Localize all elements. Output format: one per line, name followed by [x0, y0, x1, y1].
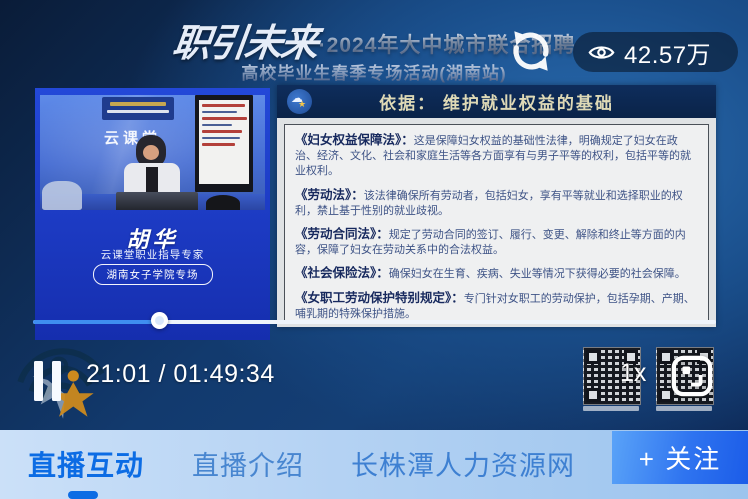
follow-button[interactable]: + 关注: [612, 431, 748, 484]
refresh-icon[interactable]: [506, 26, 556, 76]
time-display: 21:01 / 01:49:34: [86, 360, 275, 389]
tab-czt-hr-site[interactable]: 长株潭人力资源网: [351, 444, 575, 483]
law-item: 《女职工劳动保护特别规定》：专门针对女职工的劳动保护，包括孕期、产期、哺乳期的特…: [295, 290, 698, 321]
slide-header: ☁ ★ 依据： 维护就业权益的基础: [277, 85, 716, 118]
qr-caption-left: [583, 406, 639, 411]
slide-screen: ☁ ★ 依据： 维护就业权益的基础 《妇女权益保障法》：这是保障妇女权益的基础性…: [277, 85, 716, 327]
playback-speed-button[interactable]: 1x: [620, 359, 646, 388]
law-item: 《劳动法》：该法律确保所有劳动者，包括妇女，享有平等就业和选择职业的权利，禁止基…: [295, 187, 698, 219]
presenter-shirt: [146, 167, 158, 195]
presenter-role: 云课堂职业指导专家: [35, 247, 270, 262]
current-time: 21:01: [86, 360, 151, 388]
cloud-star-logo: ☁ ★: [287, 89, 312, 114]
qr-caption-right: [656, 406, 712, 411]
stage-monitor-slide: [199, 100, 249, 184]
eye-icon: [588, 43, 615, 62]
law-item: 《妇女权益保障法》：这是保障妇女权益的基础性法律，明确规定了妇女在政治、经济、文…: [295, 132, 698, 180]
stage-banner: [102, 97, 174, 120]
bottom-tab-bar: 直播互动 直播介绍 长株潭人力资源网 + 关注: [0, 430, 748, 499]
presenter-video-panel[interactable]: 云课堂 胡华 云课堂职业指导专家 湖南女子学院专场: [35, 88, 270, 340]
session-badge: 湖南女子学院专场: [93, 264, 213, 285]
law-item: 《劳动合同法》：规定了劳动合同的签订、履行、变更、解除和终止等方面的内容，保障了…: [295, 226, 698, 258]
stage-monitor: [195, 95, 253, 192]
seek-bar[interactable]: [33, 320, 716, 324]
seek-thumb[interactable]: [151, 312, 168, 329]
duration: 01:49:34: [173, 360, 274, 388]
audience-silhouette: [206, 195, 240, 210]
viewer-count-badge: 42.57万: [573, 32, 738, 72]
viewer-count: 42.57万: [624, 35, 711, 70]
slide-content: 《妇女权益保障法》：这是保障妇女权益的基础性法律，明确规定了妇女在政治、经济、文…: [284, 124, 709, 321]
pause-button[interactable]: [34, 361, 61, 401]
time-separator: /: [151, 360, 173, 388]
active-tab-indicator: [68, 491, 98, 499]
star-icon: ★: [298, 99, 306, 110]
fullscreen-icon[interactable]: [671, 355, 713, 397]
seek-bar-played: [33, 320, 160, 324]
slide-body: 《妇女权益保障法》：这是保障妇女权益的基础性法律，明确规定了妇女在政治、经济、文…: [277, 118, 716, 327]
podium: [116, 192, 198, 210]
law-item: 《社会保险法》：确保妇女在生育、疾病、失业等情况下获得必要的社会保障。: [295, 265, 698, 282]
slide-title: 依据： 维护就业权益的基础: [379, 89, 614, 114]
camera-feed: 云课堂: [40, 95, 265, 210]
presenter-face: [143, 145, 159, 160]
tab-live-intro[interactable]: 直播介绍: [192, 444, 304, 483]
chair: [42, 181, 82, 210]
tab-live-interaction[interactable]: 直播互动: [28, 444, 144, 484]
live-player-screen[interactable]: 职引未来 ·2024年大中城市联合招聘 高校毕业生春季专场活动(湖南站) 42.…: [0, 0, 748, 499]
